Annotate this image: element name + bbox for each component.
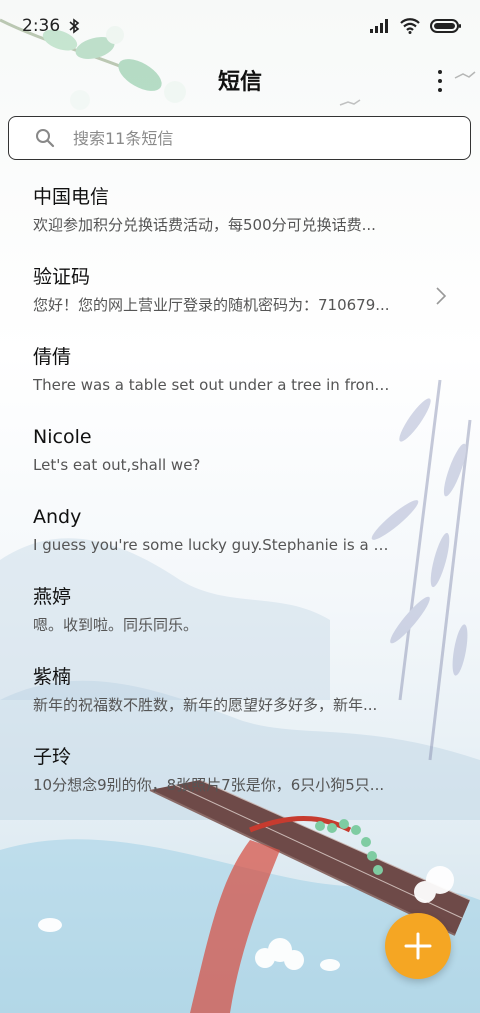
conversation-name: Andy (33, 506, 82, 528)
conversation-item[interactable]: Andy I guess you're some lucky guy.Steph… (0, 490, 480, 570)
conversation-item[interactable]: 紫楠 新年的祝福数不胜数，新年的愿望好多好多，新年... (0, 650, 480, 730)
conversation-name: 倩倩 (33, 346, 72, 368)
conversation-preview: There was a table set out under a tree i… (33, 376, 395, 394)
conversation-preview: 10分想念9别的你，8张照片7张是你，6只小狗5只... (33, 776, 385, 794)
conversation-name: 中国电信 (33, 186, 110, 208)
conversation-item[interactable]: 倩倩 There was a table set out under a tre… (0, 330, 480, 410)
conversation-preview: 新年的祝福数不胜数，新年的愿望好多好多，新年... (33, 696, 378, 714)
battery-icon (430, 19, 461, 33)
conversation-preview: Let's eat out,shall we? (33, 456, 201, 474)
chevron-right-icon (436, 287, 447, 305)
conversation-name: 燕婷 (33, 586, 72, 608)
page-title: 短信 (217, 70, 262, 95)
conversation-list: 中国电信 欢迎参加积分兑换话费活动，每500分可兑换话费... 验证码 您好！您… (0, 170, 480, 810)
status-time: 2:36 (22, 16, 61, 36)
more-options-button[interactable] (430, 68, 450, 94)
plus-icon (404, 932, 432, 960)
conversation-name: 验证码 (33, 266, 91, 288)
wifi-icon (400, 18, 420, 34)
status-bar: 2:36 (0, 0, 480, 52)
signal-icon (370, 19, 388, 33)
conversation-preview: I guess you're some lucky guy.Stephanie … (33, 536, 395, 554)
conversation-name: Nicole (33, 426, 92, 448)
status-right (370, 18, 462, 34)
conversation-item[interactable]: 验证码 您好！您的网上营业厅登录的随机密码为：710679... (0, 250, 480, 330)
conversation-item[interactable]: 燕婷 嗯。收到啦。同乐同乐。 (0, 570, 480, 650)
search-input[interactable] (73, 128, 470, 148)
conversation-name: 紫楠 (33, 666, 72, 688)
conversation-preview: 嗯。收到啦。同乐同乐。 (33, 616, 199, 634)
conversation-name: 子玲 (33, 746, 72, 768)
status-left: 2:36 (22, 16, 80, 36)
conversation-item[interactable]: Nicole Let's eat out,shall we? (0, 410, 480, 490)
app-header: 短信 (0, 52, 480, 108)
conversation-item[interactable]: 子玲 10分想念9别的你，8张照片7张是你，6只小狗5只... (0, 730, 480, 810)
bluetooth-icon (69, 18, 80, 34)
more-vertical-icon (438, 70, 442, 74)
search-bar[interactable] (8, 116, 471, 160)
search-icon (36, 129, 55, 148)
new-message-button[interactable] (385, 913, 451, 979)
conversation-item[interactable]: 中国电信 欢迎参加积分兑换话费活动，每500分可兑换话费... (0, 170, 480, 250)
conversation-preview: 欢迎参加积分兑换话费活动，每500分可兑换话费... (33, 216, 376, 234)
conversation-preview: 您好！您的网上营业厅登录的随机密码为：710679... (33, 296, 390, 314)
